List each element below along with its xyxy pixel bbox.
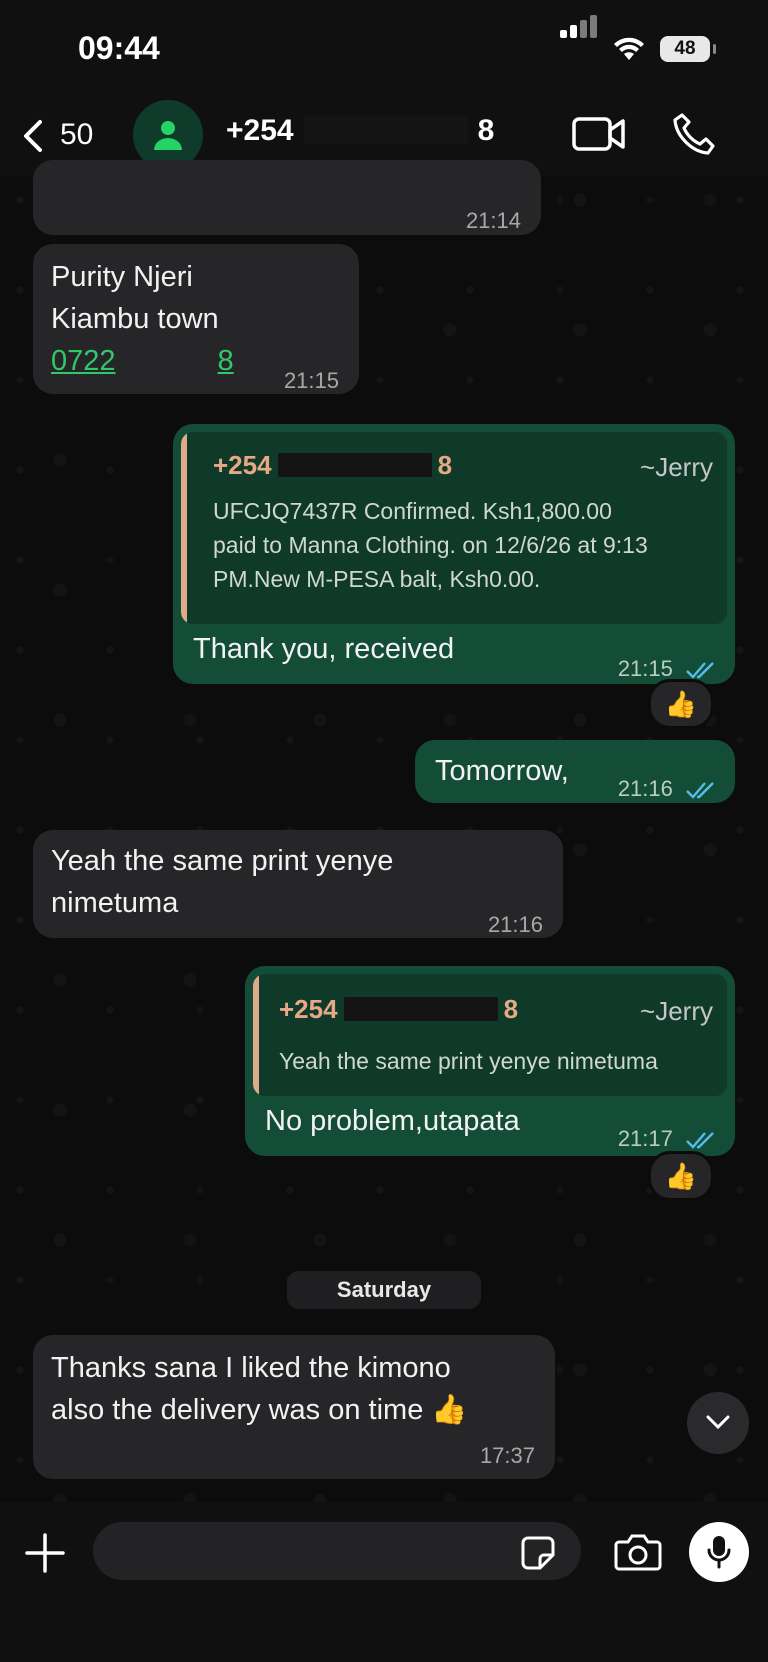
plus-icon[interactable] xyxy=(24,1532,66,1574)
quoted-author: ~Jerry xyxy=(640,452,713,482)
contact-name[interactable]: +254 8 xyxy=(226,114,494,148)
message-text: No problem,utapata xyxy=(265,1105,520,1137)
chevron-down-icon xyxy=(706,1415,730,1430)
redaction xyxy=(303,116,468,145)
message-line: Thanks sana I liked the kimono xyxy=(51,1352,451,1384)
video-call-icon[interactable] xyxy=(572,114,626,154)
back-chevron-icon[interactable] xyxy=(16,116,56,156)
microphone-icon xyxy=(707,1536,731,1569)
quoted-sender: +254 8 xyxy=(279,994,519,1024)
scroll-to-bottom-button[interactable] xyxy=(687,1392,749,1454)
message-time: 21:14 xyxy=(465,208,521,233)
message-line: also the delivery was on time 👍 xyxy=(51,1394,468,1426)
read-ticks-icon xyxy=(686,662,714,679)
quoted-message[interactable]: +254 8 ~Jerry Yeah the same print yenye n… xyxy=(253,974,727,1096)
message-time: 17:37 xyxy=(479,1443,535,1468)
read-ticks-icon xyxy=(686,782,714,799)
quoted-line: UFCJQ7437R Confirmed. Ksh1,800.00 xyxy=(213,498,612,524)
voice-message-button[interactable] xyxy=(689,1522,749,1582)
message-text: Tomorrow, xyxy=(435,755,569,787)
quoted-line: Yeah the same print yenye nimetuma xyxy=(279,1048,658,1074)
voice-call-icon[interactable] xyxy=(672,112,716,156)
read-ticks-icon xyxy=(686,1132,714,1149)
message-line: nimetuma xyxy=(51,887,179,919)
message-line: Purity Njeri xyxy=(51,261,193,293)
message-outgoing[interactable]: +254 8 ~Jerry UFCJQ7437R Confirmed. Ksh1,… xyxy=(173,424,735,684)
quoted-message[interactable]: +254 8 ~Jerry UFCJQ7437R Confirmed. Ksh1,… xyxy=(181,432,727,624)
message-incoming[interactable]: 21:14 xyxy=(33,160,541,235)
message-line: Kiambu town xyxy=(51,303,219,335)
reaction-badge[interactable]: 👍 xyxy=(648,679,714,729)
person-icon xyxy=(154,121,182,150)
redaction xyxy=(343,997,498,1022)
message-line: Yeah the same print yenye xyxy=(51,845,394,877)
camera-icon[interactable] xyxy=(614,1532,662,1572)
message-input[interactable] xyxy=(93,1522,581,1580)
quoted-sender: +254 8 xyxy=(213,450,453,480)
quoted-line: PM.New M-PESA balt, Ksh0.00. xyxy=(213,566,541,592)
message-outgoing[interactable]: Tomorrow, 21:16 xyxy=(415,740,735,803)
reaction-badge[interactable]: 👍 xyxy=(648,1151,714,1201)
message-incoming[interactable]: Purity Njeri Kiambu town 0722 8 21:15 xyxy=(33,244,359,394)
unread-count[interactable]: 50 xyxy=(60,118,93,152)
message-text: Thank you, received xyxy=(193,633,455,665)
message-time: 21:15 xyxy=(283,368,339,393)
phone-link[interactable]: 0722 8 xyxy=(51,340,234,382)
message-composer xyxy=(0,1502,768,1662)
quoted-line: paid to Manna Clothing. on 12/6/26 at 9:… xyxy=(213,532,648,558)
message-incoming[interactable]: Yeah the same print yenye nimetuma 21:16 xyxy=(33,830,563,938)
sticker-icon[interactable] xyxy=(520,1535,556,1571)
wifi-icon xyxy=(614,37,644,60)
status-time: 09:44 xyxy=(78,30,160,66)
message-time: 21:16 xyxy=(487,912,543,937)
status-bar: 09:44 48 xyxy=(0,0,768,100)
redaction xyxy=(277,453,432,478)
date-separator: Saturday xyxy=(287,1271,481,1309)
message-outgoing[interactable]: +254 8 ~Jerry Yeah the same print yenye n… xyxy=(245,966,735,1156)
battery-indicator: 48 xyxy=(660,36,716,62)
message-incoming[interactable]: Thanks sana I liked the kimono also the … xyxy=(33,1335,555,1479)
quoted-author: ~Jerry xyxy=(640,996,713,1026)
message-time: 21:16 xyxy=(618,768,717,810)
